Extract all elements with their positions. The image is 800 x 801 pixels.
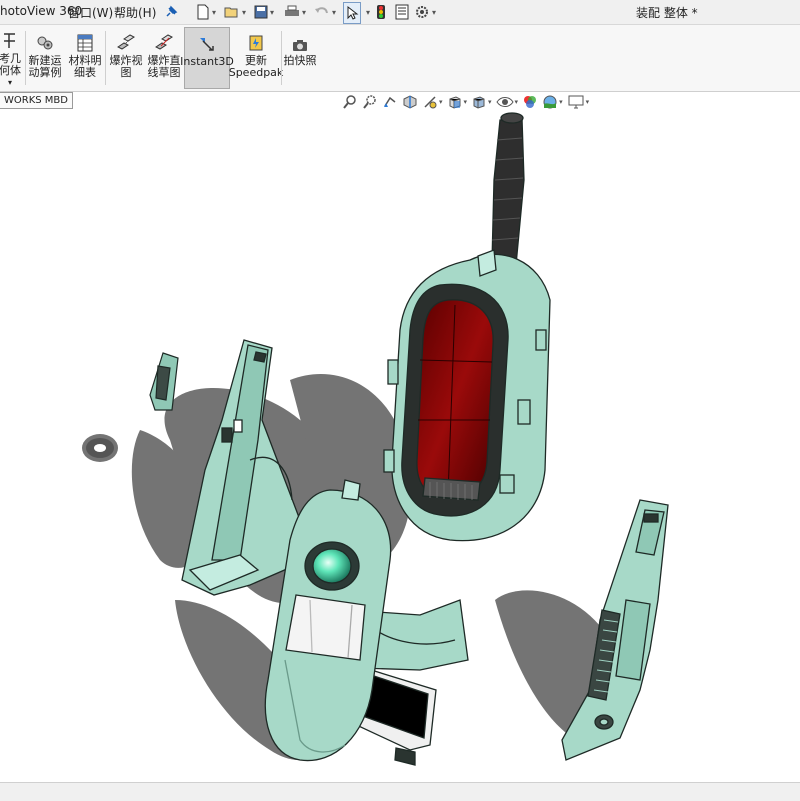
reference-geometry-icon bbox=[1, 31, 19, 51]
heads-up-view-toolbar: ▾ ▾ ▾ ▾ ▾ ▾ bbox=[342, 93, 589, 111]
select-dropdown-icon[interactable]: ▾ bbox=[364, 2, 370, 22]
save-icon[interactable]: ▾ bbox=[254, 2, 274, 22]
instant3d-icon bbox=[197, 32, 217, 54]
new-document-icon[interactable]: ▾ bbox=[196, 2, 216, 22]
instant3d-label: Instant3D bbox=[180, 55, 234, 68]
camera-icon bbox=[291, 31, 309, 53]
dynamic-annotation-icon[interactable]: ▾ bbox=[422, 94, 443, 110]
reference-geometry-button[interactable]: 考几 何体 ▾ bbox=[0, 27, 22, 89]
small-ring-part bbox=[86, 438, 114, 458]
bom-label-2: 细表 bbox=[74, 66, 96, 79]
hide-show-items-icon[interactable]: ▾ bbox=[495, 94, 518, 110]
select-icon[interactable] bbox=[343, 2, 361, 24]
exploded-view-icon bbox=[115, 31, 137, 53]
options-gear-icon[interactable]: ▾ bbox=[414, 2, 436, 22]
ribbon-separator bbox=[281, 31, 282, 85]
ribbon-separator bbox=[105, 31, 106, 85]
document-title: 装配 整体 * bbox=[636, 6, 698, 20]
take-snapshot-label: 拍快照 bbox=[283, 54, 317, 67]
undo-icon[interactable]: ▾ bbox=[314, 2, 336, 22]
zoom-to-area-icon[interactable] bbox=[362, 94, 378, 110]
previous-view-icon[interactable] bbox=[382, 94, 398, 110]
menu-help[interactable]: 帮助(H) bbox=[114, 4, 156, 21]
explode-line-sketch-label-2: 线草图 bbox=[147, 66, 181, 79]
traffic-light-icon[interactable] bbox=[376, 2, 386, 22]
command-manager-ribbon: 考几 何体 ▾ 新建运 动算例 材料明 细表 爆炸视 图 爆炸直 线草图 Ins… bbox=[0, 25, 800, 92]
main-housing-part bbox=[383, 112, 551, 542]
assembly-model-render[interactable] bbox=[0, 110, 800, 782]
update-speedpak-label-2: Speedpak bbox=[228, 66, 284, 79]
tab-mbd[interactable]: WORKS MBD bbox=[0, 92, 73, 109]
new-motion-study-label-2: 动算例 bbox=[28, 66, 62, 79]
instant3d-button[interactable]: Instant3D bbox=[180, 27, 234, 89]
explode-line-sketch-button[interactable]: 爆炸直 线草图 bbox=[145, 27, 183, 89]
bill-of-materials-button[interactable]: 材料明 细表 bbox=[67, 27, 103, 89]
status-bar bbox=[0, 782, 800, 801]
new-motion-study-button[interactable]: 新建运 动算例 bbox=[27, 27, 63, 89]
exploded-view-label-2: 图 bbox=[120, 66, 132, 79]
ribbon-separator bbox=[25, 31, 26, 85]
graphics-area[interactable] bbox=[0, 110, 800, 782]
pin-icon[interactable] bbox=[164, 2, 178, 22]
display-style-icon[interactable]: ▾ bbox=[471, 94, 492, 110]
exploded-view-button[interactable]: 爆炸视 图 bbox=[107, 27, 145, 89]
motion-study-icon bbox=[35, 31, 55, 53]
print-icon[interactable]: ▾ bbox=[284, 2, 306, 22]
view-settings-icon[interactable]: ▾ bbox=[567, 94, 589, 110]
reference-geometry-label-2: 何体 bbox=[0, 64, 21, 77]
file-properties-icon[interactable] bbox=[395, 2, 409, 22]
bom-icon bbox=[76, 31, 94, 53]
menu-bar: hotoView 360 窗口(W) 帮助(H) ▾ ▾ ▾ ▾ ▾ ▾ ▾ 装… bbox=[0, 0, 800, 25]
reference-geometry-dropdown-icon: ▾ bbox=[7, 78, 12, 87]
update-speedpak-button[interactable]: 更新 Speedpak bbox=[229, 27, 283, 89]
menu-window[interactable]: 窗口(W) bbox=[68, 4, 113, 21]
zoom-to-fit-icon[interactable] bbox=[342, 94, 358, 110]
take-snapshot-button[interactable]: 拍快照 bbox=[283, 27, 317, 89]
edit-appearance-icon[interactable] bbox=[522, 94, 538, 110]
explode-line-sketch-icon bbox=[153, 31, 175, 53]
section-view-icon[interactable] bbox=[402, 94, 418, 110]
speedpak-icon bbox=[246, 31, 266, 53]
open-icon[interactable]: ▾ bbox=[224, 2, 246, 22]
apply-scene-icon[interactable]: ▾ bbox=[542, 94, 563, 110]
view-orientation-icon[interactable]: ▾ bbox=[447, 94, 467, 110]
